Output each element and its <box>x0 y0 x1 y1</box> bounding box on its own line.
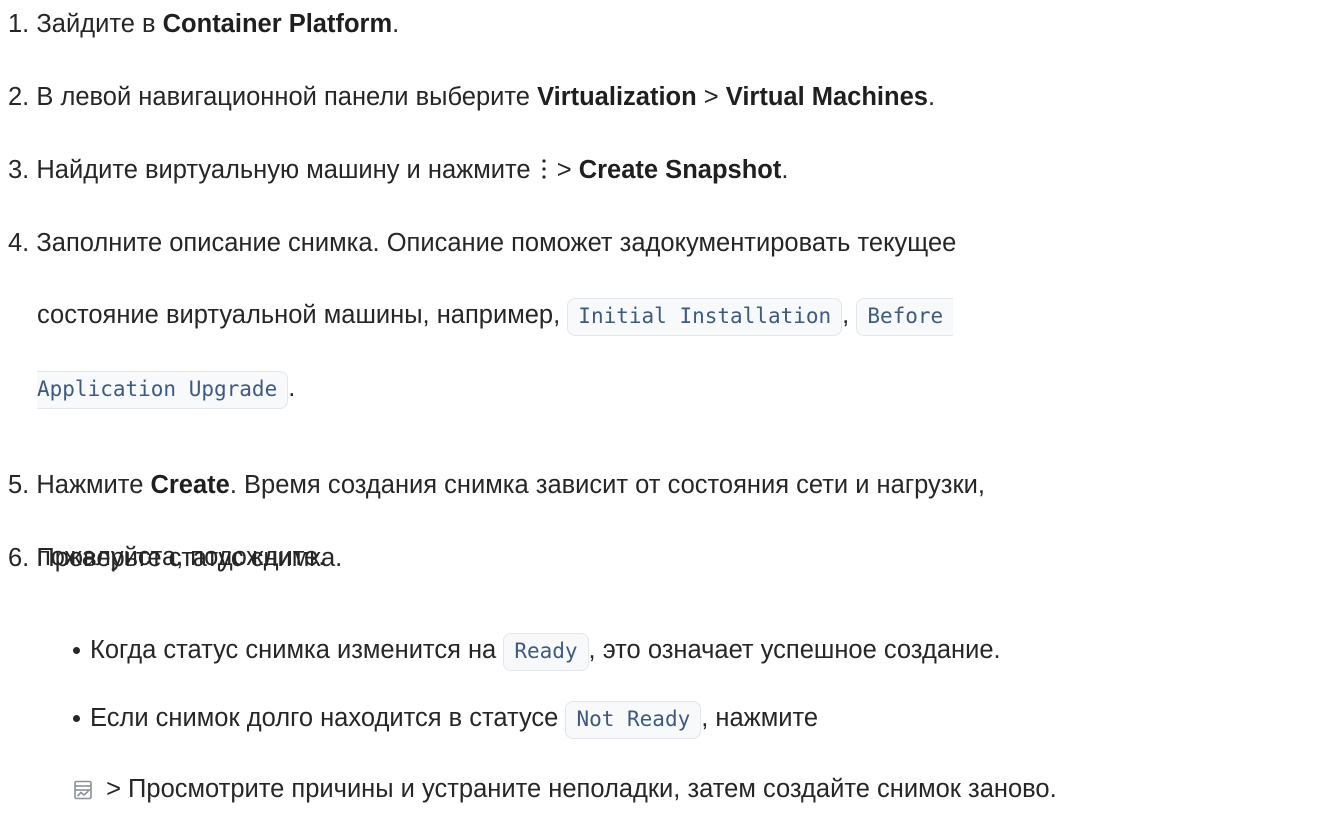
container-platform-label: Container Platform <box>162 10 393 38</box>
sub-text: Если снимок долго находится в статусе <box>90 704 566 732</box>
code-not-ready: Not Ready <box>565 701 702 739</box>
virtualization-label: Virtualization <box>537 83 697 111</box>
bullet <box>73 715 80 722</box>
bullet <box>73 647 80 654</box>
code-initial-installation: Initial Installation <box>567 298 843 336</box>
step-number: 4. <box>8 229 30 257</box>
step-text-line2: состояние виртуальной машины, например, <box>37 301 568 329</box>
step-text: В левой навигационной панели выберите <box>36 83 538 111</box>
step-text: Заполните описание снимка. Описание помо… <box>36 229 957 257</box>
sub-text: Когда статус снимка изменится на <box>90 636 504 664</box>
step-text: Нажмите <box>36 471 151 499</box>
step-4: 4. Заполните описание снимка. Описание п… <box>8 219 1068 413</box>
step-text: Зайдите в <box>36 10 163 38</box>
step-suffix: . <box>927 83 936 111</box>
step-number: 6. <box>8 544 30 572</box>
events-list-icon <box>74 780 92 800</box>
comma: , <box>842 301 857 329</box>
step-3: 3. Найдите виртуальную машину и нажмите … <box>8 146 1068 194</box>
step-number: 3. <box>8 156 30 184</box>
step-number: 2. <box>8 83 30 111</box>
step-suffix: . <box>781 156 789 184</box>
step-6: 6. Проверьте статус снимка. <box>8 534 1068 582</box>
create-label: Create <box>150 471 230 499</box>
path-separator: > <box>696 83 726 111</box>
step-text-rest: . Время создания снимка зависит от состо… <box>229 471 985 499</box>
sub-text-rest: , нажмите <box>701 704 819 732</box>
step-1: 1. Зайдите в Container Platform. <box>8 0 1068 48</box>
sub-text-line2: > Просмотрите причины и устраните непола… <box>99 775 1057 803</box>
sub-item-not-ready: Если снимок долго находится в статусе No… <box>73 694 1320 813</box>
step-suffix: . <box>288 374 296 402</box>
step-text: Проверьте статус снимка. <box>36 544 343 572</box>
step-2: 2. В левой навигационной панели выберите… <box>8 73 1068 121</box>
code-ready: Ready <box>503 633 589 671</box>
code-before-application-upgrade-cont: Application Upgrade <box>37 371 289 409</box>
sub-text-rest: , это означает успешное создание. <box>588 636 1001 664</box>
create-snapshot-label: Create Snapshot <box>578 156 782 184</box>
step-number: 5. <box>8 471 30 499</box>
virtual-machines-label: Virtual Machines <box>725 83 928 111</box>
step-suffix: . <box>392 10 400 38</box>
step-number: 1. <box>8 10 30 38</box>
more-vertical-icon <box>542 159 546 179</box>
document: 1. Зайдите в Container Platform. 2. В ле… <box>0 0 1321 803</box>
path-separator: > <box>549 156 579 184</box>
code-before-application-upgrade: Before <box>856 298 954 336</box>
sub-item-ready: Когда статус снимка изменится на Ready, … <box>73 626 1320 675</box>
step-text: Найдите виртуальную машину и нажмите <box>36 156 538 184</box>
